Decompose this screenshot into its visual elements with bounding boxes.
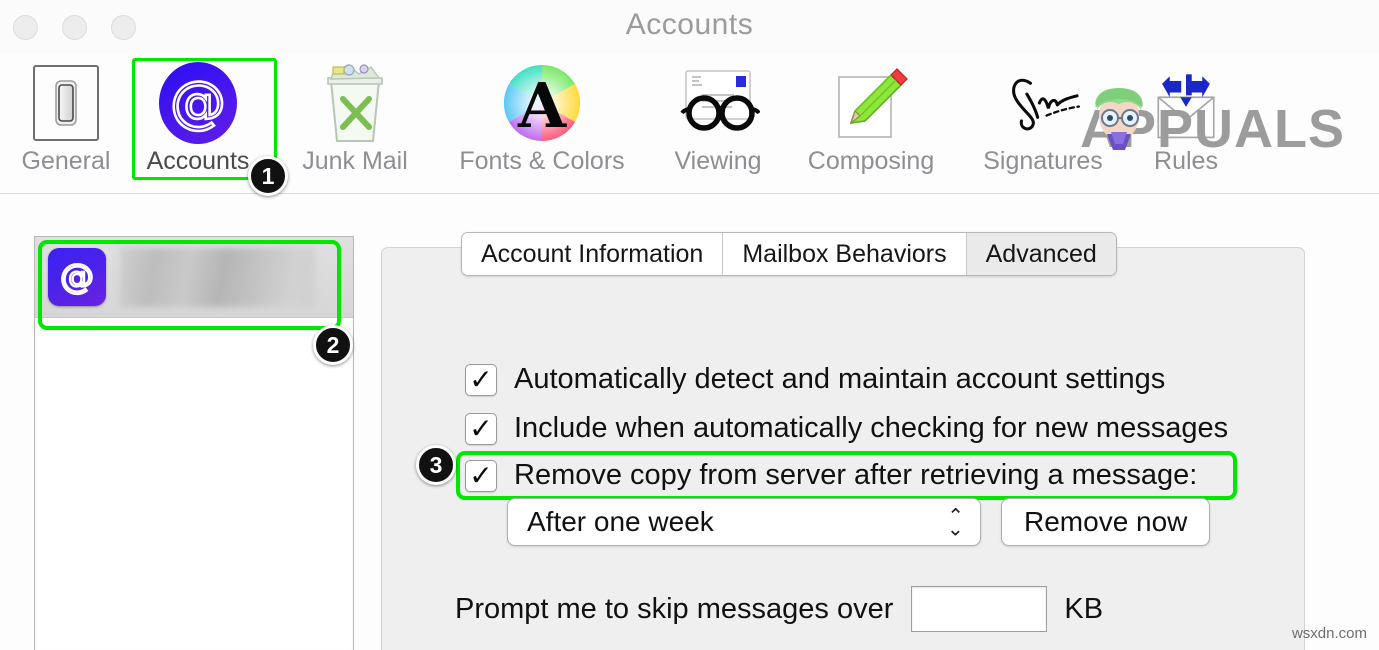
remove-delay-select[interactable]: After one week ⌃ ⌃ bbox=[507, 498, 981, 546]
prompt-skip-row: Prompt me to skip messages over KB bbox=[455, 586, 1103, 632]
pencil-paper-icon bbox=[828, 60, 914, 146]
toolbar-item-fonts-colors[interactable]: A Fonts & Colors bbox=[459, 60, 625, 176]
color-wheel-a-icon: A bbox=[499, 60, 585, 146]
prompt-skip-label: Prompt me to skip messages over bbox=[455, 592, 894, 625]
eyeglasses-icon bbox=[675, 60, 761, 146]
svg-text:A: A bbox=[517, 69, 567, 142]
appuals-mascot-icon bbox=[1095, 88, 1143, 150]
remove-delay-row: After one week ⌃ ⌃ Remove now bbox=[507, 498, 1211, 546]
toolbar-item-general[interactable]: General bbox=[3, 60, 129, 176]
toolbar-label: General bbox=[21, 147, 111, 175]
checkbox-include-checking-row[interactable]: Include when automatically checking for … bbox=[465, 410, 1229, 448]
appuals-watermark: APPUALS bbox=[1080, 88, 1345, 160]
checkbox-include-checking[interactable] bbox=[465, 410, 497, 448]
mail-preferences-window: Accounts General @ Accounts Junk Mail A … bbox=[0, 0, 1379, 650]
preferences-toolbar: General @ Accounts Junk Mail A Fonts & C… bbox=[0, 54, 1379, 194]
at-sign-icon: @ bbox=[48, 248, 106, 306]
account-name-redacted bbox=[120, 247, 315, 307]
checkbox-remove-copy-row[interactable]: Remove copy from server after retrieving… bbox=[465, 457, 1198, 495]
checkbox-remove-copy-label: Remove copy from server after retrieving… bbox=[514, 459, 1198, 491]
toolbar-item-composing[interactable]: Composing bbox=[808, 60, 934, 176]
remove-now-button[interactable]: Remove now bbox=[1001, 498, 1211, 546]
step-badge-1: 1 bbox=[248, 156, 288, 196]
light-switch-icon bbox=[23, 60, 109, 146]
advanced-settings-pane: Account Information Mailbox Behaviors Ad… bbox=[381, 232, 1305, 650]
checkbox-remove-copy[interactable] bbox=[465, 457, 497, 495]
svg-text:@: @ bbox=[60, 257, 94, 297]
step-badge-2: 2 bbox=[313, 325, 353, 365]
checkbox-auto-detect-label: Automatically detect and maintain accoun… bbox=[514, 363, 1166, 395]
signature-icon bbox=[1000, 60, 1086, 146]
checkbox-auto-detect[interactable] bbox=[465, 361, 497, 399]
toolbar-item-viewing[interactable]: Viewing bbox=[655, 60, 781, 176]
chevron-updown-icon: ⌃ ⌃ bbox=[947, 503, 964, 541]
prompt-skip-size-input[interactable] bbox=[911, 586, 1048, 632]
step-badge-3: 3 bbox=[416, 445, 456, 485]
trash-can-icon bbox=[312, 60, 398, 146]
prompt-skip-unit-label: KB bbox=[1064, 592, 1104, 625]
toolbar-label: Viewing bbox=[674, 147, 762, 175]
checkbox-include-checking-label: Include when automatically checking for … bbox=[514, 412, 1229, 444]
remove-delay-value: After one week bbox=[527, 506, 714, 537]
title-bar: Accounts bbox=[0, 0, 1379, 54]
toolbar-label: Junk Mail bbox=[302, 147, 408, 175]
sidebar-account-row[interactable]: @ bbox=[35, 237, 353, 318]
accounts-sidebar[interactable]: @ bbox=[34, 236, 354, 650]
window-title: Accounts bbox=[625, 8, 754, 41]
toolbar-item-junk-mail[interactable]: Junk Mail bbox=[292, 60, 418, 176]
toolbar-label: Composing bbox=[807, 147, 935, 175]
site-watermark: wsxdn.com bbox=[1291, 625, 1367, 642]
preferences-content: @ Account Information Mailbox Behaviors … bbox=[0, 195, 1379, 650]
checkbox-auto-detect-row[interactable]: Automatically detect and maintain accoun… bbox=[465, 361, 1166, 399]
toolbar-label: Fonts & Colors bbox=[459, 147, 625, 175]
